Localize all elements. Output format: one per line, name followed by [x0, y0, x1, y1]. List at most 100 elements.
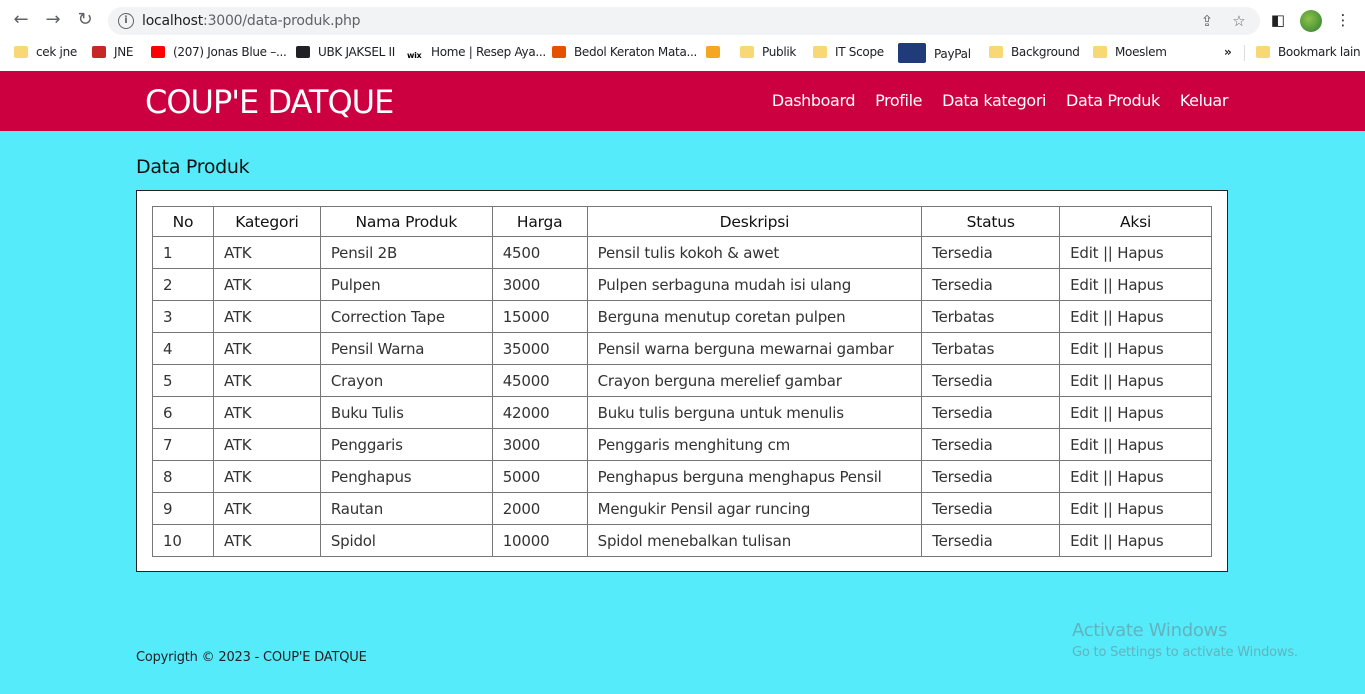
column-header: Aksi [1059, 206, 1212, 237]
cell-harga: 3000 [491, 428, 588, 461]
bookmark-star-icon[interactable]: ☆ [1230, 12, 1248, 30]
forward-icon[interactable]: → [42, 9, 64, 31]
action-separator: || [1102, 467, 1113, 486]
cell-kategori: ATK [212, 332, 321, 365]
bookmark-item[interactable]: Background [989, 43, 1080, 61]
cell-status: Tersedia [921, 396, 1061, 429]
cell-kategori: ATK [212, 300, 321, 333]
nav-data-produk[interactable]: Data Produk [1066, 91, 1160, 110]
cell-harga: 15000 [491, 300, 588, 333]
globe-icon [296, 46, 310, 58]
bookmark-item[interactable]: Publik [740, 43, 796, 61]
bookmark-item[interactable]: Bedol Keraton Mata... [552, 43, 697, 61]
edit-link[interactable]: Edit [1070, 468, 1098, 486]
profile-avatar[interactable] [1300, 10, 1322, 32]
menu-kebab-icon[interactable]: ⋮ [1333, 10, 1353, 30]
bookmark-item[interactable]: cek jne [14, 43, 77, 61]
cell-kategori: ATK [212, 268, 321, 301]
hapus-link[interactable]: Hapus [1117, 500, 1164, 518]
hapus-link[interactable]: Hapus [1117, 468, 1164, 486]
bookmark-item[interactable] [706, 43, 728, 61]
folder-icon [989, 46, 1003, 58]
footer-copyright: Copyrigth © 2023 - COUP'E DATQUE [136, 650, 367, 665]
edit-link[interactable]: Edit [1070, 244, 1098, 262]
table-row: 7 ATK Penggaris 3000 Penggaris menghitung cm… [152, 428, 1212, 461]
page-title: Data Produk [136, 156, 250, 178]
bookmark-item[interactable]: PayPal [898, 43, 971, 63]
hapus-link[interactable]: Hapus [1117, 340, 1164, 358]
hapus-link[interactable]: Hapus [1117, 276, 1164, 294]
edit-link[interactable]: Edit [1070, 532, 1098, 550]
hapus-link[interactable]: Hapus [1117, 404, 1164, 422]
cell-no: 2 [152, 268, 214, 301]
nav-profile[interactable]: Profile [875, 91, 922, 110]
other-bookmarks[interactable]: Bookmark lain [1256, 43, 1361, 61]
cell-deskripsi: Buku tulis berguna untuk menulis [586, 396, 923, 429]
cell-status: Tersedia [921, 236, 1061, 269]
edit-link[interactable]: Edit [1070, 500, 1098, 518]
table-row: 1 ATK Pensil 2B 4500 Pensil tulis kokoh & aw… [152, 236, 1212, 269]
bookmark-item[interactable]: Moeslem [1093, 43, 1167, 61]
table-header-row: No Kategori Nama Produk Harga Deskripsi … [152, 206, 1212, 237]
cell-nama: Pulpen [319, 268, 493, 301]
cell-harga: 45000 [491, 364, 588, 397]
edit-link[interactable]: Edit [1070, 340, 1098, 358]
cell-deskripsi: Penggaris menghitung cm [586, 428, 923, 461]
cell-nama: Correction Tape [319, 300, 493, 333]
edit-link[interactable]: Edit [1070, 436, 1098, 454]
edit-link[interactable]: Edit [1070, 276, 1098, 294]
cell-no: 5 [152, 364, 214, 397]
cell-kategori: ATK [212, 236, 321, 269]
cell-status: Tersedia [921, 364, 1061, 397]
brand-logo[interactable]: COUP'E DATQUE [145, 83, 394, 121]
hapus-link[interactable]: Hapus [1117, 244, 1164, 262]
youtube-icon [151, 46, 165, 58]
nav-keluar[interactable]: Keluar [1180, 91, 1229, 110]
nav-data-kategori[interactable]: Data kategori [942, 91, 1046, 110]
share-icon[interactable]: ⇪ [1198, 12, 1216, 30]
cell-aksi: Edit || Hapus [1059, 460, 1212, 493]
cell-status: Tersedia [921, 460, 1061, 493]
site-info-icon[interactable]: i [118, 13, 134, 29]
folder-icon [14, 46, 28, 58]
side-panel-icon[interactable]: ◧ [1268, 10, 1288, 30]
jne-icon [92, 46, 106, 58]
hapus-link[interactable]: Hapus [1117, 532, 1164, 550]
cell-no: 1 [152, 236, 214, 269]
hapus-link[interactable]: Hapus [1117, 436, 1164, 454]
cell-harga: 2000 [491, 492, 588, 525]
edit-link[interactable]: Edit [1070, 308, 1098, 326]
reload-icon[interactable]: ↻ [74, 9, 96, 31]
app-header: COUP'E DATQUE Dashboard Profile Data kat… [0, 71, 1365, 131]
bookmarks-overflow-icon[interactable]: » [1224, 43, 1232, 61]
folder-icon [813, 46, 827, 58]
nav-dashboard[interactable]: Dashboard [772, 91, 856, 110]
edit-link[interactable]: Edit [1070, 372, 1098, 390]
bedol-icon [552, 46, 566, 58]
p-icon [706, 46, 720, 58]
bookmark-item[interactable]: wix Home | Resep Aya... [407, 43, 546, 61]
url-text[interactable]: localhost:3000/data-produk.php [142, 13, 361, 29]
bookmark-item[interactable]: JNE [92, 43, 134, 61]
back-icon[interactable]: ← [10, 9, 32, 31]
edit-link[interactable]: Edit [1070, 404, 1098, 422]
bookmark-divider [1244, 45, 1245, 61]
cell-kategori: ATK [212, 524, 321, 557]
bookmark-item[interactable]: (207) Jonas Blue –... [151, 43, 287, 61]
address-bar[interactable]: i localhost:3000/data-produk.php ⇪ ☆ [108, 7, 1260, 35]
action-separator: || [1102, 403, 1113, 422]
hapus-link[interactable]: Hapus [1117, 308, 1164, 326]
table-row: 5 ATK Crayon 45000 Crayon berguna merelief g… [152, 364, 1212, 397]
cell-no: 9 [152, 492, 214, 525]
hapus-link[interactable]: Hapus [1117, 372, 1164, 390]
cell-nama: Rautan [319, 492, 493, 525]
bookmark-item[interactable]: UBK JAKSEL II [296, 43, 395, 61]
product-table: No Kategori Nama Produk Harga Deskripsi … [152, 206, 1212, 557]
bookmark-item[interactable]: IT Scope [813, 43, 884, 61]
bookmarks-bar: cek jne JNE (207) Jonas Blue –... UBK JA… [0, 38, 1365, 66]
cell-aksi: Edit || Hapus [1059, 300, 1212, 333]
cell-aksi: Edit || Hapus [1059, 268, 1212, 301]
action-separator: || [1102, 339, 1113, 358]
product-table-card: No Kategori Nama Produk Harga Deskripsi … [136, 190, 1228, 572]
folder-icon [740, 46, 754, 58]
